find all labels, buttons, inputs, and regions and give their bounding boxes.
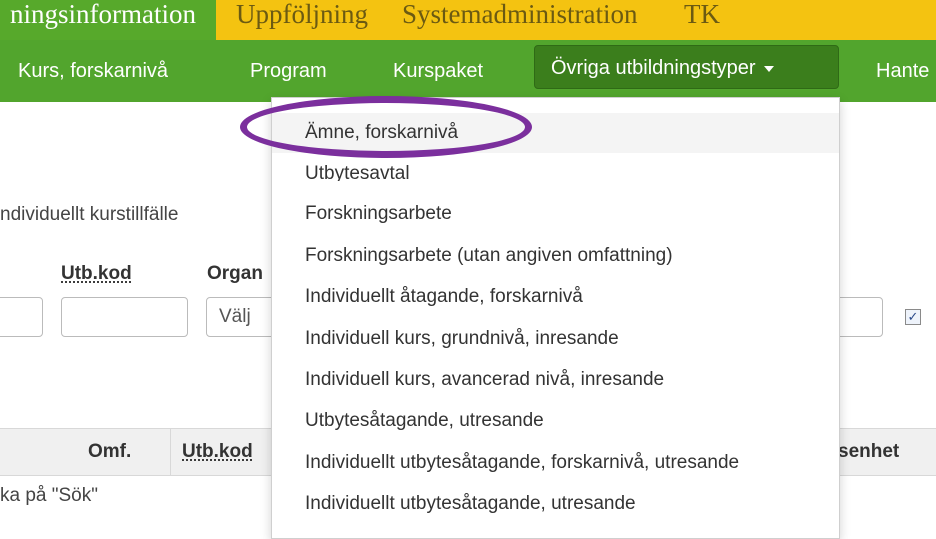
- module-tab-sysadmin[interactable]: Systemadministration: [402, 0, 638, 40]
- module-bar: ningsinformation Uppföljning Systemadmin…: [0, 0, 936, 40]
- column-divider: [170, 429, 171, 475]
- filter-checkbox[interactable]: ✓: [905, 309, 921, 325]
- menu-item-individuellt-utbytesatagande-forskarniva-utresande[interactable]: Individuellt utbytesåtagande, forskarniv…: [272, 443, 839, 483]
- menu-item-forskningsarbete-utan-omfattning[interactable]: Forskningsarbete (utan angiven omfattnin…: [272, 236, 839, 276]
- results-hint: ka på "Sök": [0, 485, 98, 506]
- nav-ovriga-utbildningstyper[interactable]: Övriga utbildningstyper: [534, 45, 839, 89]
- nav-kurspaket[interactable]: Kurspaket: [393, 40, 483, 102]
- page-subtitle: ndividuellt kurstillfälle: [0, 204, 179, 225]
- menu-item-individuell-kurs-avancerad-niva-inresande[interactable]: Individuell kurs, avancerad nivå, inresa…: [272, 360, 839, 400]
- menu-item-individuellt-atagande-forskarniva[interactable]: Individuellt åtagande, forskarnivå: [272, 277, 839, 317]
- main-nav: Kurs, forskarnivå Program Kurspaket Övri…: [0, 40, 936, 102]
- chevron-down-icon: [763, 65, 774, 72]
- organisation-label: Organ: [207, 263, 263, 284]
- nav-program[interactable]: Program: [250, 40, 327, 102]
- nav-dropdown-label: Övriga utbildningstyper: [551, 57, 756, 79]
- ovriga-utbildningstyper-menu: Ämne, forskarnivå Utbytesavtal Forskning…: [271, 97, 840, 539]
- nav-kurs-forskarniva[interactable]: Kurs, forskarnivå: [18, 40, 168, 102]
- previous-filter-input[interactable]: [0, 297, 43, 337]
- utbkod-input[interactable]: [61, 297, 188, 337]
- menu-item-forskningsarbete[interactable]: Forskningsarbete: [272, 194, 839, 234]
- organisation-select-value: Välj: [219, 306, 251, 327]
- highlight-ellipse: [240, 96, 532, 158]
- menu-item-individuellt-utbytesatagande-utresande[interactable]: Individuellt utbytesåtagande, utresande: [272, 484, 839, 524]
- module-tab-information[interactable]: ningsinformation: [0, 0, 216, 40]
- menu-item-utbytesavtal[interactable]: Utbytesavtal: [272, 159, 839, 181]
- column-header-utbkod[interactable]: Utb.kod: [182, 429, 253, 475]
- module-tab-followup[interactable]: Uppföljning: [236, 0, 368, 40]
- menu-item-individuell-kurs-grundniva-inresande[interactable]: Individuell kurs, grundnivå, inresande: [272, 319, 839, 359]
- utbkod-label: Utb.kod: [61, 263, 132, 284]
- menu-item-utbytesatagande-utresande[interactable]: Utbytesåtagande, utresande: [272, 401, 839, 441]
- column-header-omf[interactable]: Omf.: [88, 429, 131, 475]
- module-tab-tk[interactable]: TK: [684, 0, 720, 40]
- column-header-organisationsenhet[interactable]: senhet: [838, 429, 899, 475]
- nav-hante[interactable]: Hante: [876, 40, 929, 102]
